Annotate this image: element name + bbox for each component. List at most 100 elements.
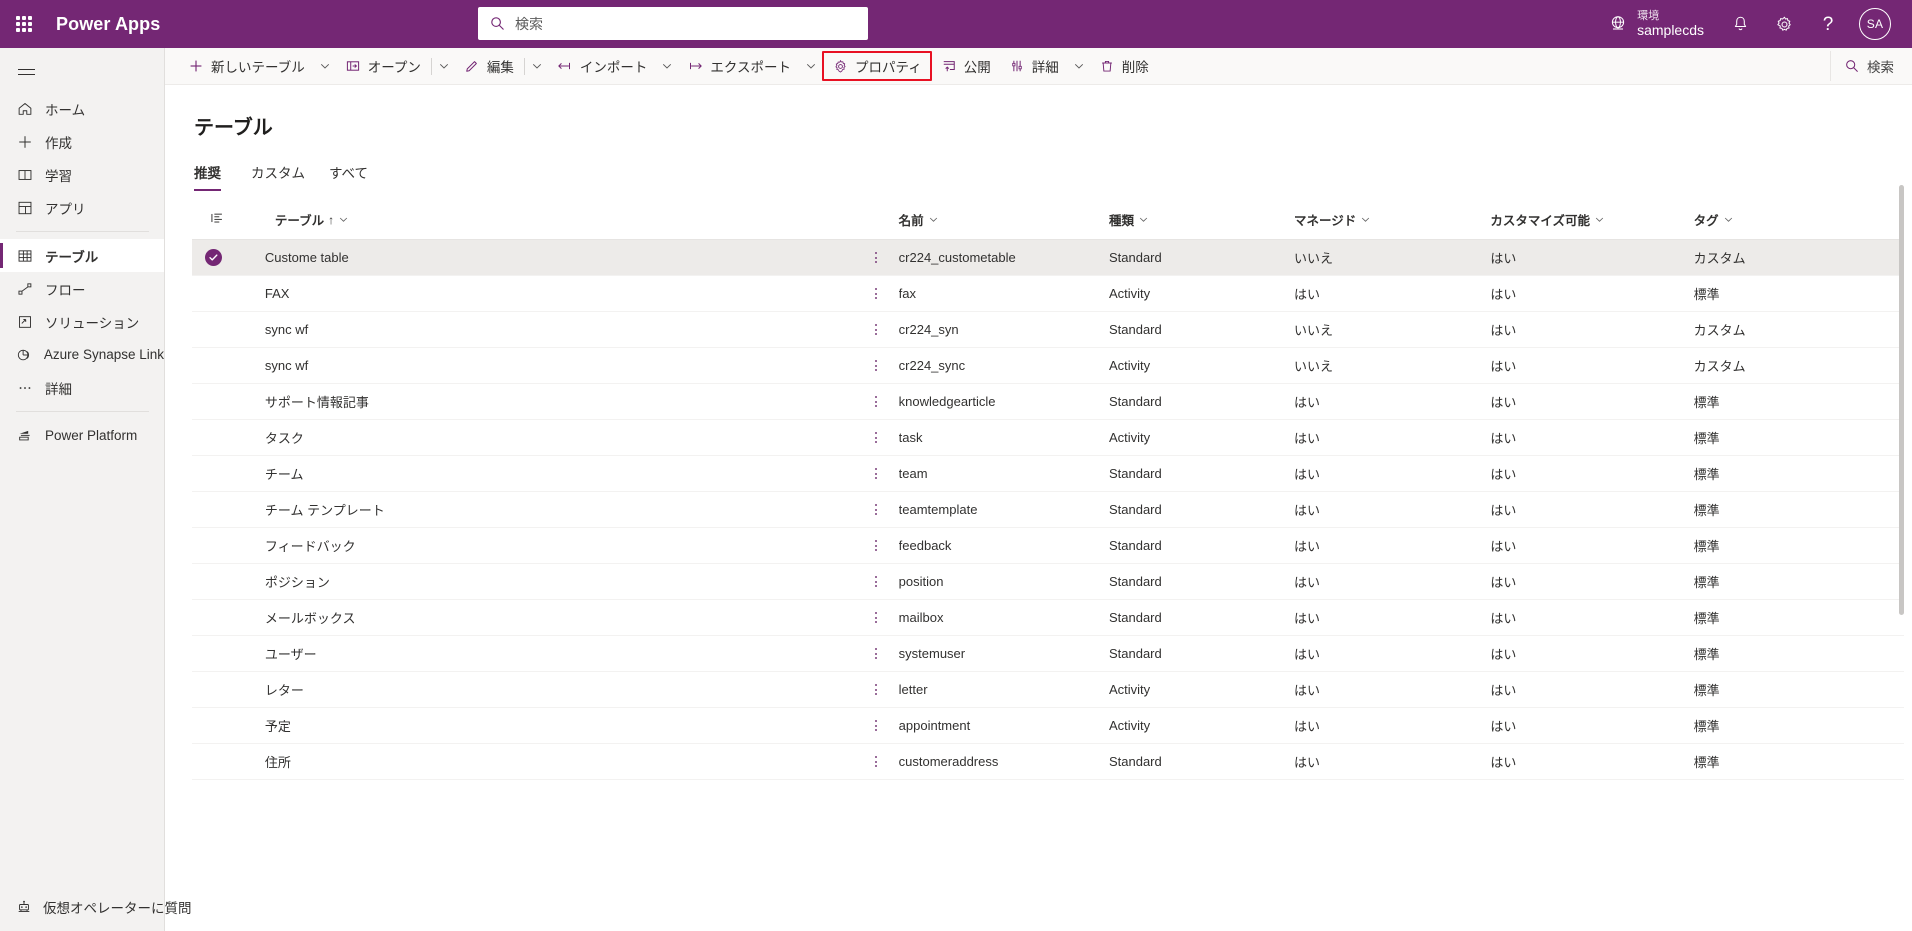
edit-chevron[interactable] bbox=[526, 51, 548, 81]
sidebar-item-solutions[interactable]: ソリューション bbox=[0, 305, 164, 338]
row-select-cell[interactable] bbox=[192, 384, 265, 420]
tab-custom[interactable]: カスタム bbox=[239, 158, 317, 191]
row-select-cell[interactable] bbox=[192, 420, 265, 456]
sidebar-item-virtual-agent[interactable]: 仮想オペレーターに質問 bbox=[0, 890, 192, 923]
table-row[interactable]: sync wf cr224_syn Standard いいえ はい カスタム bbox=[192, 312, 1904, 348]
table-row[interactable]: ポジション position Standard はい はい 標準 bbox=[192, 564, 1904, 600]
column-header-display-name[interactable]: テーブル ↑ bbox=[264, 202, 854, 240]
more-options-vertical-icon[interactable] bbox=[854, 684, 899, 695]
notifications-button[interactable] bbox=[1718, 0, 1762, 48]
settings-button[interactable] bbox=[1762, 0, 1806, 48]
row-more-options-cell[interactable] bbox=[854, 564, 899, 600]
more-options-vertical-icon[interactable] bbox=[854, 576, 899, 587]
table-row[interactable]: ユーザー systemuser Standard はい はい 標準 bbox=[192, 636, 1904, 672]
row-more-options-cell[interactable] bbox=[854, 600, 899, 636]
row-more-options-cell[interactable] bbox=[854, 456, 899, 492]
import-button[interactable]: インポート bbox=[548, 51, 657, 81]
sidebar-item-flows[interactable]: フロー bbox=[0, 272, 164, 305]
table-row[interactable]: メールボックス mailbox Standard はい はい 標準 bbox=[192, 600, 1904, 636]
column-header-logical-name[interactable]: 名前 bbox=[898, 202, 1109, 240]
table-search-input[interactable]: 検索 bbox=[1830, 51, 1912, 81]
details-button[interactable]: 詳細 bbox=[1000, 51, 1068, 81]
row-more-options-cell[interactable] bbox=[854, 744, 899, 780]
global-search-input[interactable]: 検索 bbox=[478, 7, 868, 40]
more-options-vertical-icon[interactable] bbox=[854, 720, 899, 731]
more-options-vertical-icon[interactable] bbox=[854, 324, 899, 335]
more-options-vertical-icon[interactable] bbox=[854, 360, 899, 371]
open-chevron[interactable] bbox=[433, 51, 455, 81]
column-header-managed[interactable]: マネージド bbox=[1294, 202, 1491, 240]
tab-recommended[interactable]: 推奨 bbox=[194, 158, 233, 191]
row-select-cell[interactable] bbox=[192, 600, 265, 636]
publish-button[interactable]: 公開 bbox=[932, 51, 1000, 81]
vertical-scrollbar[interactable] bbox=[1899, 185, 1904, 615]
row-select-cell[interactable] bbox=[192, 528, 265, 564]
export-button[interactable]: エクスポート bbox=[678, 51, 800, 81]
row-select-cell[interactable] bbox=[192, 276, 265, 312]
sidebar-item-create[interactable]: 作成 bbox=[0, 125, 164, 158]
row-select-cell[interactable] bbox=[192, 456, 265, 492]
table-row[interactable]: チーム team Standard はい はい 標準 bbox=[192, 456, 1904, 492]
table-row[interactable]: 住所 customeraddress Standard はい はい 標準 bbox=[192, 744, 1904, 780]
sidebar-item-more[interactable]: 詳細 bbox=[0, 371, 164, 404]
row-more-options-cell[interactable] bbox=[854, 528, 899, 564]
user-account-button[interactable]: SA bbox=[1850, 0, 1900, 48]
table-row[interactable]: タスク task Activity はい はい 標準 bbox=[192, 420, 1904, 456]
table-row[interactable]: フィードバック feedback Standard はい はい 標準 bbox=[192, 528, 1904, 564]
edit-button[interactable]: 編集 bbox=[455, 51, 523, 81]
sidebar-item-apps[interactable]: アプリ bbox=[0, 191, 164, 224]
help-button[interactable]: ? bbox=[1806, 0, 1850, 48]
sidebar-toggle-button[interactable] bbox=[0, 52, 164, 92]
row-more-options-cell[interactable] bbox=[854, 384, 899, 420]
sidebar-item-home[interactable]: ホーム bbox=[0, 92, 164, 125]
more-options-vertical-icon[interactable] bbox=[854, 504, 899, 515]
new-table-chevron[interactable] bbox=[314, 51, 336, 81]
row-select-cell[interactable] bbox=[192, 348, 265, 384]
row-more-options-cell[interactable] bbox=[854, 348, 899, 384]
row-select-cell[interactable] bbox=[192, 708, 265, 744]
more-options-vertical-icon[interactable] bbox=[854, 396, 899, 407]
row-more-options-cell[interactable] bbox=[854, 420, 899, 456]
properties-button[interactable]: プロパティ bbox=[822, 51, 932, 81]
row-select-cell[interactable] bbox=[192, 492, 265, 528]
table-row[interactable]: レター letter Activity はい はい 標準 bbox=[192, 672, 1904, 708]
more-options-vertical-icon[interactable] bbox=[854, 288, 899, 299]
row-more-options-cell[interactable] bbox=[854, 312, 899, 348]
details-chevron[interactable] bbox=[1068, 51, 1090, 81]
table-row[interactable]: Custome table cr224_custometable Standard い… bbox=[192, 239, 1904, 276]
table-row[interactable]: sync wf cr224_sync Activity いいえ はい カスタム bbox=[192, 348, 1904, 384]
environment-selector[interactable]: 環境 samplecds bbox=[1594, 0, 1718, 48]
more-options-vertical-icon[interactable] bbox=[854, 612, 899, 623]
import-chevron[interactable] bbox=[656, 51, 678, 81]
row-select-cell[interactable] bbox=[192, 744, 265, 780]
table-row[interactable]: サポート情報記事 knowledgearticle Standard はい はい 標準 bbox=[192, 384, 1904, 420]
more-options-vertical-icon[interactable] bbox=[854, 648, 899, 659]
row-more-options-cell[interactable] bbox=[854, 492, 899, 528]
export-chevron[interactable] bbox=[800, 51, 822, 81]
row-select-cell[interactable] bbox=[192, 636, 265, 672]
column-header-tag[interactable]: タグ bbox=[1693, 202, 1904, 240]
new-table-button[interactable]: 新しいテーブル bbox=[179, 51, 314, 81]
row-more-options-cell[interactable] bbox=[854, 708, 899, 744]
tab-all[interactable]: すべて bbox=[317, 158, 380, 191]
table-row[interactable]: FAX fax Activity はい はい 標準 bbox=[192, 276, 1904, 312]
row-more-options-cell[interactable] bbox=[854, 240, 899, 276]
row-select-cell[interactable] bbox=[192, 564, 265, 600]
sidebar-item-tables[interactable]: テーブル bbox=[0, 239, 164, 272]
more-options-vertical-icon[interactable] bbox=[854, 540, 899, 551]
sidebar-item-learn[interactable]: 学習 bbox=[0, 158, 164, 191]
sidebar-item-azure-synapse-link[interactable]: Azure Synapse Link bbox=[0, 338, 164, 371]
column-header-customizable[interactable]: カスタマイズ可能 bbox=[1490, 202, 1694, 240]
table-row[interactable]: 予定 appointment Activity はい はい 標準 bbox=[192, 708, 1904, 744]
more-options-vertical-icon[interactable] bbox=[854, 432, 899, 443]
app-launcher-button[interactable] bbox=[0, 0, 48, 48]
sidebar-item-power-platform[interactable]: Power Platform bbox=[0, 419, 164, 452]
column-options-header[interactable] bbox=[192, 202, 265, 240]
delete-button[interactable]: 削除 bbox=[1090, 51, 1158, 81]
row-more-options-cell[interactable] bbox=[854, 672, 899, 708]
more-options-vertical-icon[interactable] bbox=[854, 756, 899, 767]
column-header-type[interactable]: 種類 bbox=[1108, 202, 1295, 240]
table-row[interactable]: チーム テンプレート teamtemplate Standard はい はい 標準 bbox=[192, 492, 1904, 528]
row-select-cell[interactable] bbox=[192, 672, 265, 708]
more-options-vertical-icon[interactable] bbox=[854, 252, 899, 263]
